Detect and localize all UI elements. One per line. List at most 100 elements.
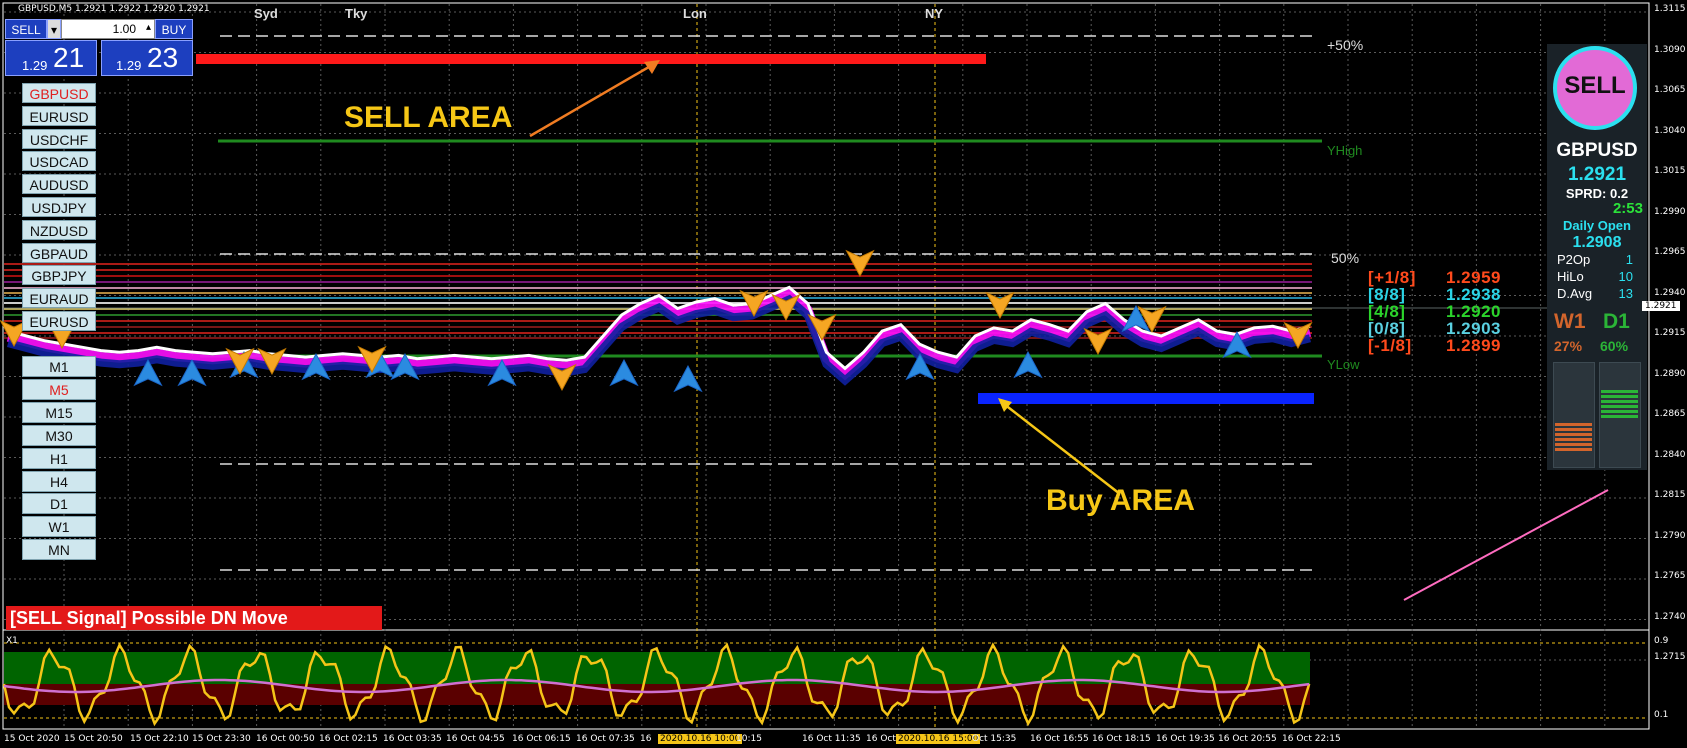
dash-daily-open-label: Daily Open bbox=[1563, 218, 1631, 233]
symbol-button[interactable]: GBPAUD bbox=[22, 242, 96, 263]
level-price: 1.2899 bbox=[1446, 336, 1501, 355]
timeframe-button-w1[interactable]: W1 bbox=[22, 516, 96, 538]
sell-button[interactable]: SELL bbox=[5, 19, 47, 39]
timeframe-button-m1[interactable]: M1 bbox=[22, 356, 96, 377]
time-axis-label: 15 Oct 23:30 bbox=[192, 734, 251, 744]
price-chart[interactable] bbox=[0, 0, 1687, 748]
timeframe-button-h4[interactable]: H4 bbox=[22, 470, 96, 492]
symbol-button[interactable]: GBPUSD bbox=[22, 83, 96, 103]
time-axis-label: 10:15 bbox=[736, 734, 762, 744]
price-axis-label: 1.3090 bbox=[1654, 44, 1686, 55]
price-axis-label: 1.3115 bbox=[1654, 4, 1686, 14]
session-sydney: Syd bbox=[254, 6, 278, 21]
signal-dashboard: SELL GBPUSD 1.2921 SPRD: 0.2 2:53 Daily … bbox=[1547, 44, 1647, 470]
price-axis-label: 1.2940 bbox=[1654, 287, 1686, 298]
time-axis-label: 16 Oct 18:15 bbox=[1092, 734, 1151, 744]
sell-price-prefix: 1.29 bbox=[22, 58, 48, 73]
timeframe-button-m30[interactable]: M30 bbox=[22, 424, 96, 446]
timeframe-button-m5[interactable]: M5 bbox=[22, 378, 96, 400]
pink-trendline bbox=[1403, 489, 1609, 601]
time-axis-label: 16 Oct 02:15 bbox=[319, 734, 378, 744]
symbol-button[interactable]: EURUSD bbox=[22, 311, 96, 331]
dash-symbol: GBPUSD bbox=[1556, 140, 1638, 161]
price-axis-label: 1.2740 bbox=[1654, 611, 1686, 622]
price-axis-label: 1.2915 bbox=[1654, 328, 1686, 338]
w1-range-bar bbox=[1553, 362, 1595, 468]
dash-stat-value: 10 bbox=[1618, 269, 1633, 284]
osc-axis-top: 0.9 bbox=[1654, 636, 1669, 646]
fifty-label: 50% bbox=[1331, 250, 1360, 266]
dash-spread: SPRD: 0.2 bbox=[1565, 186, 1629, 201]
dash-stat-label: D.Avg bbox=[1557, 286, 1593, 301]
time-axis-label: 16 Oct 11:35 bbox=[802, 734, 861, 744]
price-axis-label: 1.2865 bbox=[1654, 409, 1686, 419]
symbol-button[interactable]: EURUSD bbox=[22, 105, 96, 126]
signal-circle-label: SELL bbox=[1564, 72, 1626, 99]
price-axis-label: 1.2815 bbox=[1654, 490, 1686, 500]
symbol-button[interactable]: GBPJPY bbox=[22, 265, 96, 286]
level-tag: [-1/8] bbox=[1368, 336, 1412, 355]
chart-title: GBPUSD,M5 1.2921 1.2922 1.2920 1.2921 bbox=[18, 4, 210, 14]
dash-timer: 2:53 bbox=[1612, 200, 1643, 217]
time-axis-label: 15 Oct 2020 bbox=[4, 734, 60, 744]
dash-stat-value: 13 bbox=[1618, 286, 1633, 301]
time-axis-label: 2020.10.16 10:00 bbox=[658, 734, 743, 744]
ylow-label: YLow bbox=[1327, 357, 1360, 372]
symbol-button[interactable]: AUDUSD bbox=[22, 174, 96, 195]
sell-area-arrow bbox=[529, 62, 655, 138]
dash-stat-label: HiLo bbox=[1557, 269, 1584, 284]
time-axis-label: 16 Oct 04:55 bbox=[446, 734, 505, 744]
timeframe-button-h1[interactable]: H1 bbox=[22, 447, 96, 469]
session-london: Lon bbox=[683, 6, 707, 21]
dash-w1-label: W1 bbox=[1554, 310, 1586, 333]
price-axis-label: 1.2790 bbox=[1654, 530, 1686, 541]
buy-price-prefix: 1.29 bbox=[116, 58, 142, 73]
buy-price-big: 23 bbox=[147, 42, 179, 73]
timeframe-button-d1[interactable]: D1 bbox=[22, 493, 96, 515]
buy-area-arrow bbox=[1003, 403, 1121, 495]
dash-daily-open: 1.2908 bbox=[1572, 234, 1622, 251]
timeframe-button-mn[interactable]: MN bbox=[22, 539, 96, 561]
lot-up-arrow-icon[interactable]: ▴ bbox=[146, 22, 151, 33]
lot-size-input[interactable]: 1.00 ▴ bbox=[61, 19, 155, 39]
buy-area-bar bbox=[978, 393, 1314, 404]
time-axis-label: Oct 15:35 bbox=[972, 734, 1017, 744]
buy-arrow-icon bbox=[609, 358, 639, 387]
time-axis-label: 16 Oct 00:50 bbox=[256, 734, 315, 744]
symbol-button[interactable]: EURAUD bbox=[22, 288, 96, 309]
price-axis-label: 1.2765 bbox=[1654, 571, 1686, 581]
sell-price[interactable]: 1.29 21 bbox=[5, 40, 97, 76]
time-axis-label: 16 Oct 20:55 bbox=[1218, 734, 1277, 744]
price-axis-label: 1.3040 bbox=[1654, 125, 1686, 136]
price-axis-label: 1.2990 bbox=[1654, 206, 1686, 217]
lot-down-button[interactable]: ▾ bbox=[47, 19, 61, 39]
dash-d1-label: D1 bbox=[1603, 310, 1630, 333]
w1-range-fill bbox=[1555, 423, 1592, 452]
buy-button[interactable]: BUY bbox=[155, 19, 193, 39]
symbol-button[interactable]: USDCAD bbox=[22, 151, 96, 172]
price-axis-label: 1.2965 bbox=[1654, 247, 1686, 257]
buy-area-label: Buy AREA bbox=[1046, 484, 1195, 517]
session-newyork: NY bbox=[925, 6, 944, 21]
time-axis-label: 16 Oct 16:55 bbox=[1030, 734, 1089, 744]
plus50-label: +50% bbox=[1327, 37, 1364, 53]
price-axis-label: 1.3015 bbox=[1654, 166, 1686, 176]
symbol-button[interactable]: USDCHF bbox=[22, 128, 96, 149]
price-axis-label: 1.2890 bbox=[1654, 368, 1686, 379]
timeframe-button-m15[interactable]: M15 bbox=[22, 401, 96, 423]
lot-size-value: 1.00 bbox=[112, 22, 136, 36]
sell-price-big: 21 bbox=[53, 42, 85, 73]
time-axis-label: 15 Oct 22:10 bbox=[130, 734, 189, 744]
time-axis-label: 16 Oct 22:15 bbox=[1282, 734, 1341, 744]
signal-circle: SELL bbox=[1553, 46, 1637, 130]
one-click-trade-panel: SELL ▾ 1.00 ▴ BUY 1.29 21 1.29 23 bbox=[5, 19, 193, 77]
symbol-button[interactable]: USDJPY bbox=[22, 197, 96, 217]
time-axis-label: 16 Oct 06:15 bbox=[512, 734, 571, 744]
osc-red-zone bbox=[4, 684, 1310, 705]
buy-price[interactable]: 1.29 23 bbox=[101, 40, 193, 76]
sell-area-label: SELL AREA bbox=[344, 101, 513, 134]
symbol-button[interactable]: NZDUSD bbox=[22, 219, 96, 240]
dash-price: 1.2921 bbox=[1567, 164, 1627, 185]
time-axis-label: 16 Oct 19:35 bbox=[1156, 734, 1215, 744]
time-axis-label: 2020.10.16 15:00 bbox=[896, 734, 981, 744]
